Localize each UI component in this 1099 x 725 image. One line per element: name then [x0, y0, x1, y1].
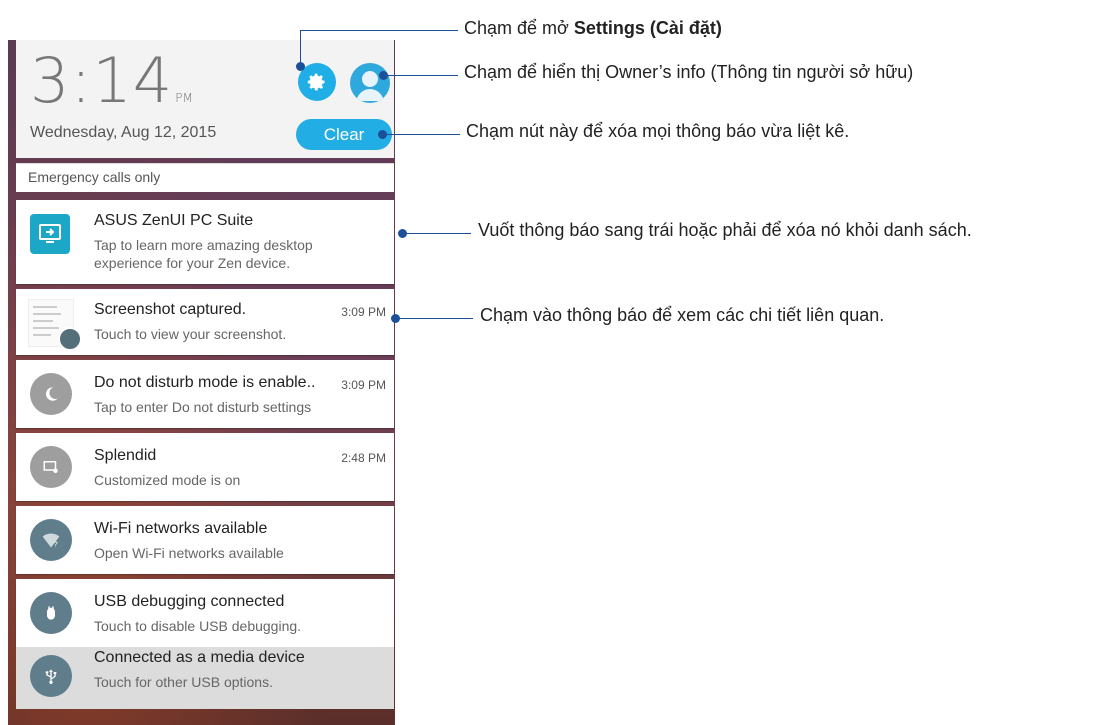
notification-title: USB debugging connected [94, 593, 285, 610]
notification-title: ASUS ZenUI PC Suite [94, 212, 254, 229]
notification-title: Do not disturb mode is enable.. [94, 374, 316, 391]
svg-text:?: ? [54, 540, 58, 549]
callout-connector-settings [300, 30, 301, 66]
notification-subtitle-line2: experience for your Zen device. [94, 255, 291, 271]
callout-tap: Chạm vào thông báo để xem các chi tiết l… [480, 305, 885, 325]
notification-zenui[interactable]: ASUS ZenUI PC Suite Tap to learn more am… [16, 200, 394, 284]
gear-icon [307, 73, 325, 91]
notification-usb-debugging[interactable]: USB debugging connected Touch to disable… [16, 579, 394, 647]
notification-subtitle: Customized mode is on [94, 472, 241, 488]
callout-swipe: Vuốt thông báo sang trái hoặc phải để xó… [478, 220, 972, 240]
moon-icon [30, 373, 72, 415]
splendid-display-icon [30, 446, 72, 488]
notification-title: Connected as a media device [94, 649, 305, 666]
notification-subtitle: Touch for other USB options. [94, 674, 273, 690]
callout-clear: Chạm nút này để xóa mọi thông báo vừa li… [466, 121, 850, 141]
callout-settings-bold: Settings (Cài đặt) [573, 18, 722, 38]
date-label: Wednesday, Aug 12, 2015 [30, 124, 217, 141]
callout-connector-clear [384, 134, 460, 135]
notification-title: Screenshot captured. [94, 301, 247, 318]
notification-splendid[interactable]: Splendid Customized mode is on 2:48 PM [16, 433, 394, 501]
notification-shade: 3:14 PM Wednesday, Aug 12, 2015 Clear Eme… [8, 40, 395, 725]
callout-dot-settings [296, 62, 305, 71]
notification-do-not-disturb[interactable]: Do not disturb mode is enable.. Tap to e… [16, 360, 394, 428]
notification-time: 3:09 PM [341, 378, 386, 392]
owner-info-button[interactable] [350, 63, 390, 103]
monitor-icon [39, 224, 61, 243]
wifi-icon: ? [30, 519, 72, 561]
notification-time: 2:48 PM [341, 451, 386, 465]
usb-icon [30, 655, 72, 697]
callout-settings-prefix: Chạm để mở [464, 18, 574, 38]
notification-subtitle: Tap to enter Do not disturb settings [94, 399, 312, 415]
notification-subtitle: Touch to view your screenshot. [94, 326, 287, 342]
callout-dot-swipe [398, 229, 407, 238]
callout-owner: Chạm để hiển thị Owner’s info (Thông tin… [464, 62, 914, 82]
android-bug-icon [30, 592, 72, 634]
notification-wifi[interactable]: ? Wi-Fi networks available Open Wi-Fi ne… [16, 506, 394, 574]
callout-dot-owner [379, 71, 388, 80]
clock-ampm: PM [175, 91, 193, 105]
callout-connector-owner [383, 75, 458, 76]
callout-connector-swipe [403, 233, 471, 234]
clock-time: 3:14 [30, 44, 174, 117]
callout-connector-settings-h [300, 30, 458, 31]
emergency-label: Emergency calls only [28, 169, 161, 185]
quick-settings-header: 3:14 PM Wednesday, Aug 12, 2015 Clear [16, 40, 394, 158]
clock: 3:14 PM [30, 44, 193, 117]
callout-connector-tap [395, 318, 473, 319]
notification-time: 3:09 PM [341, 305, 386, 319]
gallery-badge-icon [58, 327, 82, 351]
notification-subtitle: Open Wi-Fi networks available [94, 545, 284, 561]
notification-subtitle: Touch to disable USB debugging. [94, 618, 302, 634]
notification-media-device[interactable]: Connected as a media device Touch for ot… [16, 647, 394, 709]
emergency-status: Emergency calls only [16, 163, 394, 192]
callout-dot-clear [378, 130, 387, 139]
avatar-icon [356, 71, 384, 101]
notification-title: Wi-Fi networks available [94, 520, 268, 537]
callout-settings: Chạm để mở Settings (Cài đặt) [464, 18, 722, 39]
notification-title: Splendid [94, 447, 157, 464]
notification-subtitle: Tap to learn more amazing desktop [94, 237, 313, 253]
callout-dot-tap [391, 314, 400, 323]
notification-screenshot[interactable]: Screenshot captured. Touch to view your … [16, 289, 394, 355]
zenui-pc-suite-icon [30, 214, 70, 254]
